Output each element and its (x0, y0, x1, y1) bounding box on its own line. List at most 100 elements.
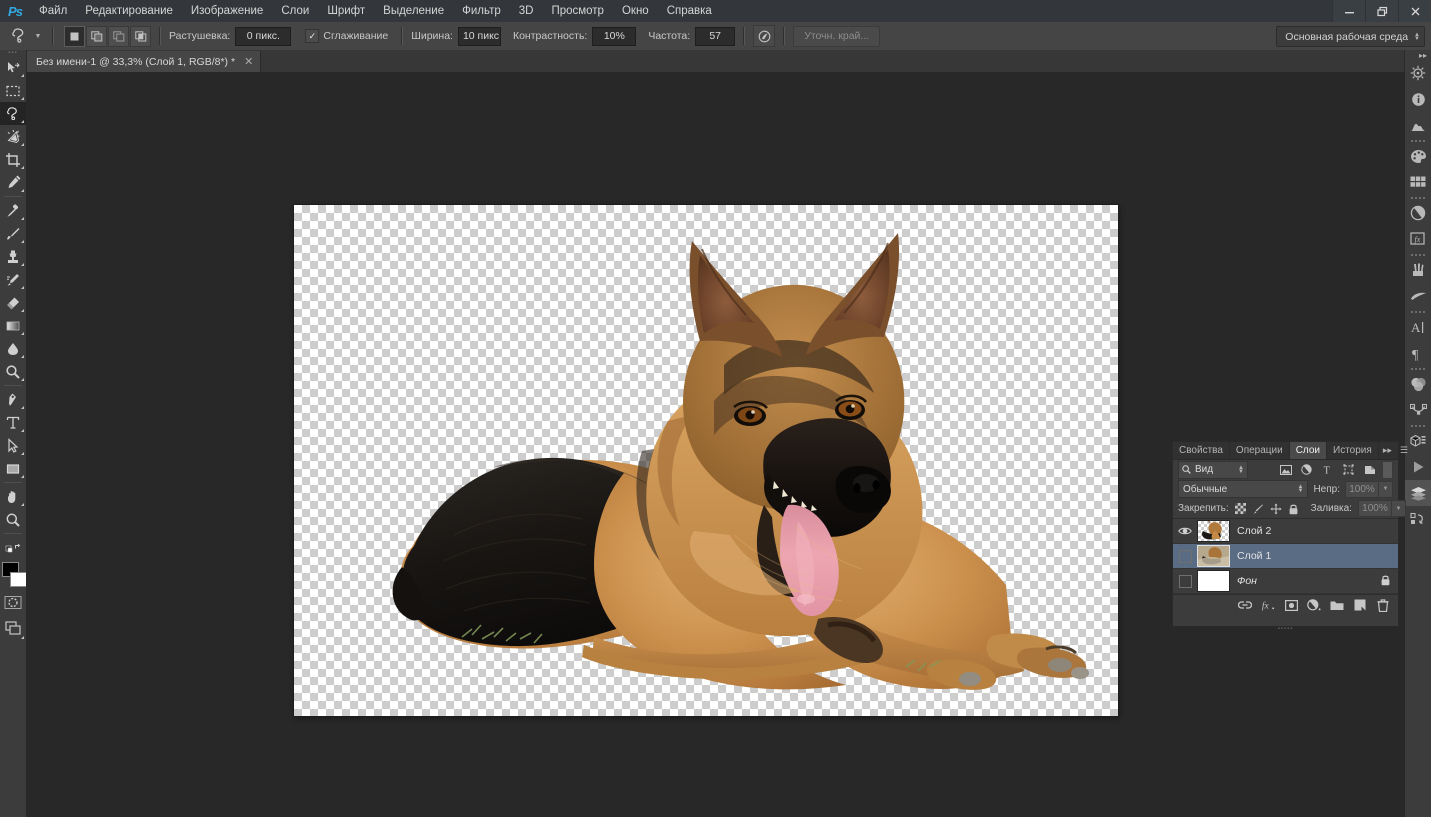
menu-layers[interactable]: Слои (272, 0, 318, 22)
move-tool[interactable] (0, 56, 26, 79)
menu-select[interactable]: Выделение (374, 0, 453, 22)
color-icon[interactable] (1405, 143, 1431, 169)
eyedropper-tool[interactable] (0, 171, 26, 194)
zoom-tool[interactable] (0, 508, 26, 531)
table-row[interactable]: Слой 1 (1173, 544, 1398, 569)
opacity-chevron-down-icon[interactable]: ▼ (1379, 481, 1393, 498)
adjustment-filter-icon[interactable] (1298, 462, 1315, 478)
layer-visibility-toggle[interactable] (1173, 519, 1197, 543)
tab-history[interactable]: История (1327, 442, 1379, 459)
lock-image-pixels-icon[interactable] (1252, 502, 1264, 515)
menu-file[interactable]: Файл (30, 0, 76, 22)
paths-icon[interactable] (1405, 397, 1431, 423)
opacity-value[interactable]: 100% (1345, 481, 1379, 498)
table-row[interactable]: Слой 2 (1173, 519, 1398, 544)
eraser-tool[interactable] (0, 291, 26, 314)
pixel-filter-icon[interactable] (1277, 462, 1294, 478)
link-layers-button[interactable] (1238, 598, 1252, 612)
filter-toggle[interactable] (1382, 461, 1393, 479)
layer-style-button[interactable]: fx (1261, 598, 1275, 612)
contrast-input[interactable]: 10% (592, 27, 636, 46)
history-icon[interactable] (1405, 506, 1431, 532)
menu-help[interactable]: Справка (658, 0, 721, 22)
document-tab[interactable]: Без имени-1 @ 33,3% (Слой 1, RGB/8*) * ✕ (26, 51, 261, 72)
lock-position-icon[interactable] (1270, 502, 1282, 515)
close-icon[interactable]: ✕ (244, 55, 253, 68)
blend-mode-select[interactable]: Обычные ▲▼ (1178, 480, 1308, 498)
restore-button[interactable] (1365, 0, 1398, 22)
fill-value[interactable]: 100% (1358, 500, 1392, 517)
navigator-icon[interactable] (1405, 60, 1431, 86)
magic-wand-tool[interactable] (0, 125, 26, 148)
layer-visibility-toggle[interactable] (1173, 569, 1197, 593)
lock-all-icon[interactable] (1288, 502, 1299, 515)
hand-tool[interactable] (0, 485, 26, 508)
character-icon[interactable]: A (1405, 314, 1431, 340)
menu-type[interactable]: Шрифт (318, 0, 374, 22)
collapse-panel-icon[interactable]: ▸▸ (1379, 442, 1396, 459)
clone-stamp-tool[interactable] (0, 245, 26, 268)
layer-thumbnail[interactable] (1197, 545, 1230, 567)
layer-thumbnail[interactable] (1197, 570, 1230, 592)
info-icon[interactable] (1405, 86, 1431, 112)
background-color-swatch[interactable] (10, 572, 27, 587)
pen-tool[interactable] (0, 388, 26, 411)
paragraph-icon[interactable]: ¶ (1405, 340, 1431, 366)
menu-3d[interactable]: 3D (510, 0, 543, 22)
smart-object-filter-icon[interactable] (1361, 462, 1378, 478)
swatches-icon[interactable] (1405, 169, 1431, 195)
spot-healing-brush-tool[interactable] (0, 199, 26, 222)
new-layer-button[interactable] (1353, 598, 1367, 612)
expand-panels-icon[interactable]: ▸▸ (1405, 50, 1431, 60)
tool-preset-chevron-down-icon[interactable]: ▼ (32, 33, 44, 40)
layer-mask-button[interactable] (1284, 598, 1298, 612)
blur-tool[interactable] (0, 337, 26, 360)
intersect-selection-button[interactable] (130, 26, 151, 47)
quick-mask-button[interactable] (0, 589, 26, 615)
panel-resize-grip[interactable]: ▪▪▪▪▪ (1173, 626, 1398, 632)
brush-icon[interactable] (1405, 257, 1431, 283)
magnetic-lasso-icon[interactable] (6, 25, 32, 47)
adjustment-layer-button[interactable] (1307, 598, 1321, 612)
path-selection-tool[interactable] (0, 434, 26, 457)
lasso-tool[interactable] (0, 102, 26, 125)
antialias-checkbox[interactable]: ✓ Сглаживание (305, 29, 393, 43)
layer-name[interactable]: Слой 2 (1237, 525, 1271, 537)
channels-icon[interactable] (1405, 371, 1431, 397)
gradient-tool[interactable] (0, 314, 26, 337)
filter-kind-select[interactable]: Вид ▲▼ (1178, 461, 1248, 479)
menu-image[interactable]: Изображение (182, 0, 272, 22)
type-tool[interactable] (0, 411, 26, 434)
shape-filter-icon[interactable] (1340, 462, 1357, 478)
layer-thumbnail[interactable] (1197, 520, 1230, 542)
table-row[interactable]: Фон (1173, 569, 1398, 594)
history-brush-tool[interactable] (0, 268, 26, 291)
feather-input[interactable]: 0 пикс. (235, 27, 291, 46)
refine-edge-button[interactable]: Уточн. край... (793, 26, 880, 47)
rectangular-marquee-tool[interactable] (0, 79, 26, 102)
layer-name[interactable]: Фон (1237, 575, 1257, 587)
brush-presets-icon[interactable] (1405, 283, 1431, 309)
pen-pressure-icon[interactable] (753, 25, 775, 47)
color-swatches[interactable] (0, 559, 26, 589)
tab-properties[interactable]: Свойства (1173, 442, 1230, 459)
rectangle-tool[interactable] (0, 457, 26, 480)
crop-tool[interactable] (0, 148, 26, 171)
width-input[interactable]: 10 пикс (458, 27, 501, 46)
menu-edit[interactable]: Редактирование (76, 0, 182, 22)
fill-chevron-down-icon[interactable]: ▼ (1392, 500, 1406, 517)
default-colors-button[interactable] (0, 536, 26, 559)
panel-menu-icon[interactable]: ☰ (1396, 442, 1412, 459)
tab-actions[interactable]: Операции (1230, 442, 1290, 459)
menu-view[interactable]: Просмотр (542, 0, 613, 22)
tab-layers[interactable]: Слои (1290, 442, 1327, 459)
screen-mode-button[interactable] (0, 615, 26, 641)
histogram-icon[interactable] (1405, 112, 1431, 138)
minimize-button[interactable] (1332, 0, 1365, 22)
new-selection-button[interactable] (64, 26, 85, 47)
lock-transparent-pixels-icon[interactable] (1235, 502, 1246, 515)
workspace-selector[interactable]: Основная рабочая среда ▲▼ (1276, 26, 1425, 47)
canvas[interactable] (294, 205, 1118, 716)
layer-visibility-toggle[interactable] (1173, 544, 1197, 568)
styles-icon[interactable]: fx (1405, 226, 1431, 252)
